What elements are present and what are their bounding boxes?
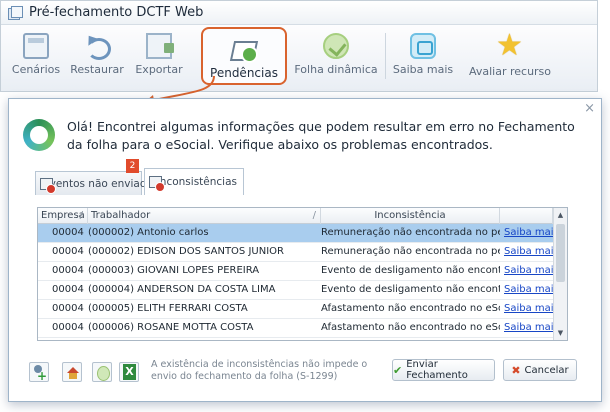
column-header-trabalhador[interactable]: Trabalhador / — [88, 208, 321, 224]
pendencias-dialog: × Olá! Encontrei algumas informações que… — [8, 98, 602, 402]
tab-eventos-nao-enviados[interactable]: Eventos não enviados — [35, 171, 158, 195]
saiba-mais-label: Saiba mais — [392, 63, 454, 76]
pendencias-button[interactable]: Pendências — [201, 27, 287, 85]
cancel-label: Cancelar — [524, 364, 569, 376]
exportar-button[interactable]: Exportar — [129, 25, 189, 85]
saiba-mais-link[interactable]: Saiba mais — [500, 243, 553, 261]
cell-trabalhador: (000002) Antonio carlos — [88, 227, 209, 238]
avaliar-recurso-button[interactable]: Avaliar recurso — [460, 25, 560, 85]
window-title: Pré-fechamento DCTF Web — [29, 5, 204, 20]
excel-icon[interactable] — [119, 362, 139, 382]
cell-empresa: 00004 — [52, 322, 84, 333]
saiba-mais-link[interactable]: Saiba mais — [500, 224, 553, 242]
inconsistencies-grid: Empresa / Trabalhador / Inconsistência 0… — [37, 207, 568, 341]
undo-arrow-icon — [84, 33, 111, 60]
sort-indicator: / — [312, 210, 316, 221]
info-chat-icon — [410, 33, 436, 59]
cell-empresa: 00004 — [52, 227, 84, 238]
grid-scrollbar[interactable]: ▲ ▼ — [553, 208, 567, 340]
restaurar-label: Restaurar — [70, 63, 124, 76]
title-bar: Pré-fechamento DCTF Web — [1, 1, 597, 25]
close-icon: ✖ — [511, 363, 521, 377]
star-icon — [496, 27, 524, 65]
column-header-empresa[interactable]: Empresa / — [38, 208, 88, 224]
dynamic-sheet-icon[interactable] — [92, 362, 112, 382]
cell-inconsistencia: Evento de desligamento não encontrado — [321, 284, 500, 295]
cell-inconsistencia: Evento de desligamento não encontrado — [321, 265, 500, 276]
tab-eventos-label: Eventos não enviados — [43, 177, 159, 190]
folha-dinamica-label: Folha dinâmica — [294, 63, 378, 76]
saiba-mais-button[interactable]: Saiba mais — [386, 25, 460, 85]
cell-empresa: 00004 — [52, 303, 84, 314]
footer-note: A existência de inconsistências não impe… — [151, 359, 368, 382]
cell-trabalhador: (000004) ANDERSON DA COSTA LIMA — [88, 284, 276, 295]
export-icon — [146, 33, 174, 59]
cell-inconsistencia: Remuneração não encontrada no período — [321, 227, 500, 238]
table-row[interactable]: 00004 (000002) EDISON DOS SANTOS JUNIOR … — [38, 243, 567, 262]
avaliar-recurso-label: Avaliar recurso — [468, 65, 552, 78]
grid-header: Empresa / Trabalhador / Inconsistência — [38, 208, 567, 224]
exportar-label: Exportar — [135, 63, 183, 76]
dynamic-sheet-icon — [323, 33, 349, 59]
sort-indicator: / — [79, 210, 83, 221]
table-row[interactable]: 00004 (000004) ANDERSON DA COSTA LIMA Ev… — [38, 281, 567, 300]
assistant-message: Olá! Encontrei algumas informações que p… — [67, 119, 575, 152]
document-check-icon — [230, 35, 258, 63]
column-header-acao — [500, 208, 553, 224]
cell-trabalhador: (000002) EDISON DOS SANTOS JUNIOR — [88, 246, 284, 257]
check-icon: ✔ — [393, 363, 403, 377]
cancel-button[interactable]: ✖ Cancelar — [503, 359, 577, 381]
scroll-down-icon[interactable]: ▼ — [554, 326, 567, 340]
table-row[interactable]: 00004 (000003) GIOVANI LOPES PEREIRA Eve… — [38, 262, 567, 281]
cell-empresa: 00004 — [52, 246, 84, 257]
cell-empresa: 00004 — [52, 284, 84, 295]
assistant-avatar — [23, 119, 55, 151]
table-row[interactable]: 00004 (000002) Antonio carlos Remuneraçã… — [38, 224, 567, 243]
tab-inconsistencias-label: Inconsistências — [156, 176, 237, 188]
cell-inconsistencia: Remuneração não encontrada no período — [321, 246, 500, 257]
enviar-fechamento-label: Enviar Fechamento — [406, 359, 468, 381]
restaurar-button[interactable]: Restaurar — [65, 25, 129, 85]
toolbar: Cenários Restaurar Exportar Pendências F… — [1, 25, 597, 91]
enviar-fechamento-button[interactable]: ✔ Enviar Fechamento — [392, 359, 495, 381]
cell-trabalhador: (000006) ROSANE MOTTA COSTA — [88, 322, 254, 333]
column-header-inconsistencia[interactable]: Inconsistência — [321, 208, 500, 224]
saiba-mais-link[interactable]: Saiba mais — [500, 262, 553, 280]
table-row[interactable]: 00004 (000005) ELITH FERRARI COSTA Afast… — [38, 300, 567, 319]
cell-trabalhador: (000005) ELITH FERRARI COSTA — [88, 303, 248, 314]
scroll-up-icon[interactable]: ▲ — [554, 208, 567, 222]
cenarios-label: Cenários — [11, 63, 61, 76]
cell-inconsistencia: Afastamento não encontrado no eSocial — [321, 303, 500, 314]
company-home-icon[interactable] — [62, 362, 82, 382]
folha-dinamica-button[interactable]: Folha dinâmica — [287, 25, 385, 85]
cenarios-button[interactable]: Cenários — [7, 25, 65, 85]
pending-count-badge: 2 — [126, 159, 139, 173]
table-row[interactable]: 00004 (000006) ROSANE MOTTA COSTA Afasta… — [38, 319, 567, 338]
saiba-mais-link[interactable]: Saiba mais — [500, 300, 553, 318]
document-error-icon — [149, 175, 165, 192]
app-window: Pré-fechamento DCTF Web Cenários Restaur… — [0, 0, 598, 92]
close-icon[interactable]: × — [584, 101, 595, 116]
pendencias-label: Pendências — [210, 66, 278, 80]
window-icon — [23, 33, 49, 59]
tab-inconsistencias[interactable]: Inconsistências — [144, 168, 244, 195]
saiba-mais-link[interactable]: Saiba mais — [500, 281, 553, 299]
cell-inconsistencia: Afastamento não encontrado no eSocial — [321, 322, 500, 333]
add-user-icon[interactable] — [29, 362, 49, 383]
saiba-mais-link[interactable]: Saiba mais — [500, 319, 553, 337]
cell-trabalhador: (000003) GIOVANI LOPES PEREIRA — [88, 265, 260, 276]
cell-empresa: 00004 — [52, 265, 84, 276]
app-window-icon — [7, 5, 23, 20]
scroll-thumb[interactable] — [556, 224, 565, 282]
